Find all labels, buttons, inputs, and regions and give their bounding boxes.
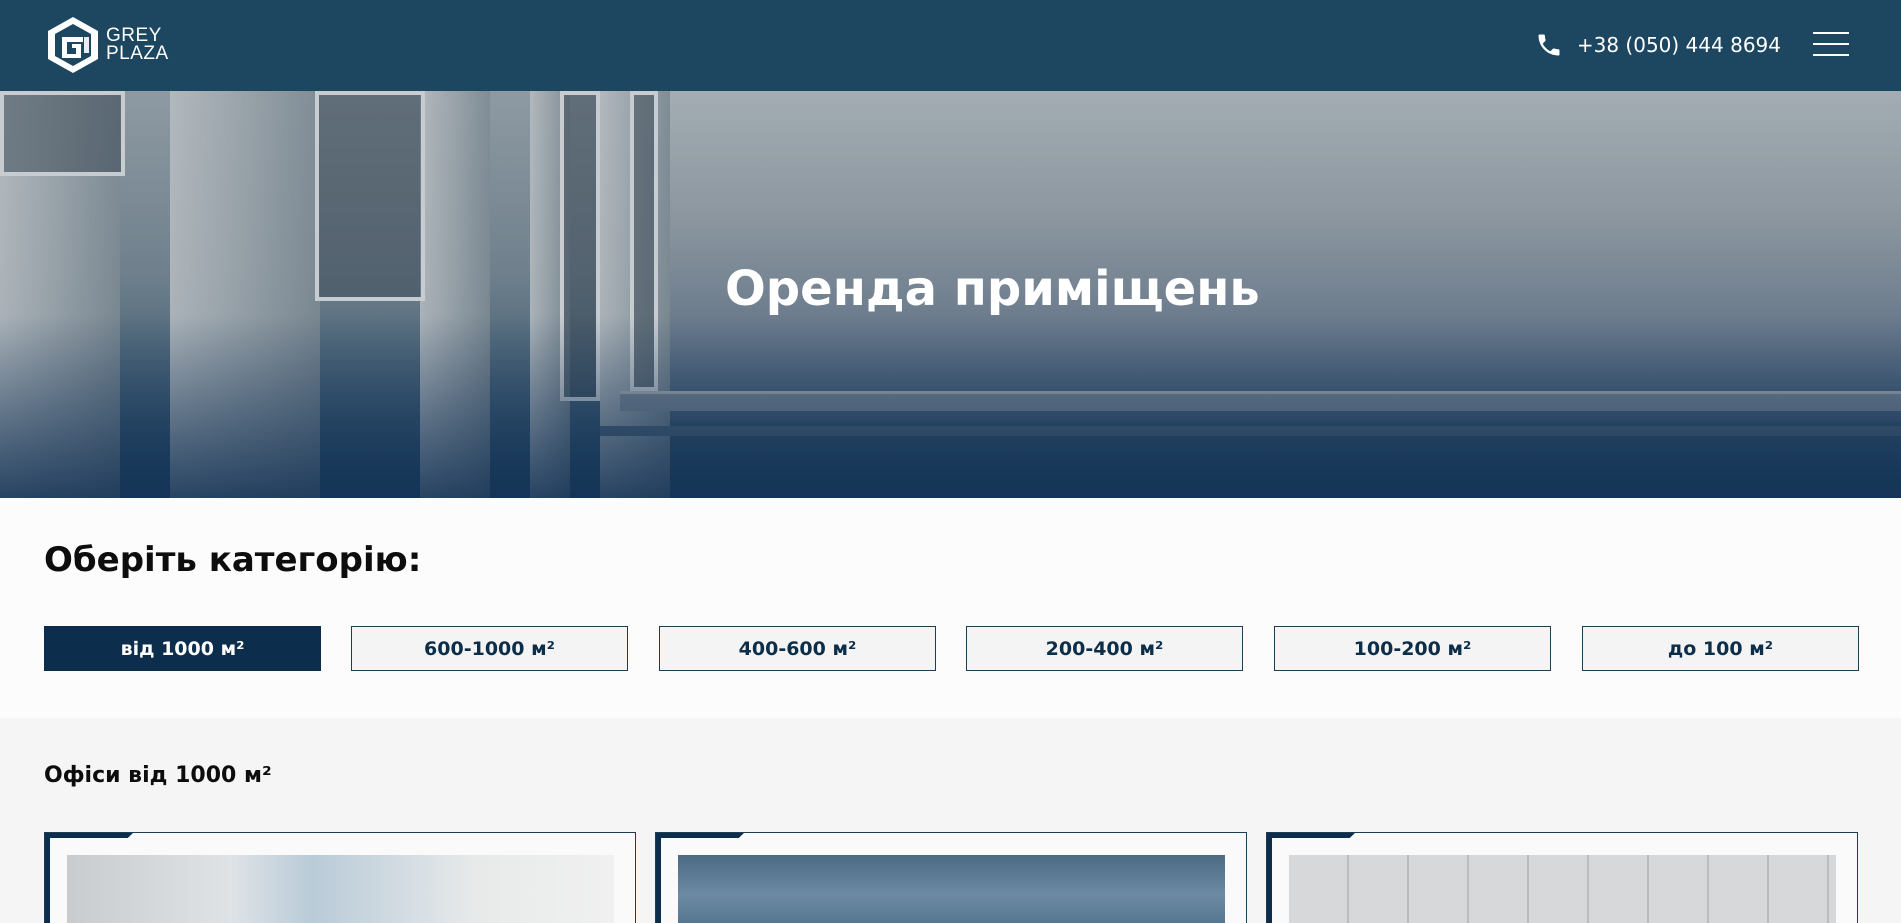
card-corner-accent	[1267, 833, 1272, 923]
hero-banner: Оренда приміщень	[0, 91, 1901, 498]
logo-text: GREY PLAZA	[106, 26, 169, 64]
office-card[interactable]	[1266, 832, 1858, 923]
offices-section: Офіси від 1000 м²	[0, 718, 1901, 923]
office-photo	[1289, 855, 1836, 923]
burger-line	[1813, 43, 1849, 45]
category-section: Оберіть категорію: від 1000 м² 600-1000 …	[0, 498, 1901, 718]
card-corner-accent	[45, 833, 134, 838]
phone-icon	[1538, 34, 1560, 56]
category-button-400-600[interactable]: 400-600 м²	[659, 626, 936, 671]
card-corner-accent	[656, 833, 745, 838]
card-corner-accent	[656, 833, 661, 923]
category-button-200-400[interactable]: 200-400 м²	[966, 626, 1243, 671]
card-corner-accent	[1267, 833, 1356, 838]
category-button-under-100[interactable]: до 100 м²	[1582, 626, 1859, 671]
burger-line	[1813, 32, 1849, 34]
category-title: Оберіть категорію:	[44, 540, 422, 580]
office-card[interactable]	[655, 832, 1247, 923]
office-photo	[67, 855, 614, 923]
logo-icon	[48, 17, 98, 73]
hamburger-menu-icon[interactable]	[1813, 32, 1849, 58]
phone-link[interactable]: +38 (050) 444 8694	[1535, 28, 1781, 62]
category-button-100-200[interactable]: 100-200 м²	[1274, 626, 1551, 671]
card-corner-accent	[45, 833, 50, 923]
site-header: GREY PLAZA +38 (050) 444 8694	[0, 0, 1901, 91]
burger-line	[1813, 54, 1849, 56]
office-card[interactable]	[44, 832, 636, 923]
page-title: Оренда приміщень	[725, 261, 1260, 317]
logo[interactable]: GREY PLAZA	[45, 15, 185, 75]
office-photo	[678, 855, 1225, 923]
category-button-600-1000[interactable]: 600-1000 м²	[351, 626, 628, 671]
phone-number: +38 (050) 444 8694	[1576, 33, 1781, 57]
category-button-1000-plus[interactable]: від 1000 м²	[44, 626, 321, 671]
offices-title: Офіси від 1000 м²	[44, 763, 272, 788]
logo-line-2: PLAZA	[106, 43, 169, 64]
